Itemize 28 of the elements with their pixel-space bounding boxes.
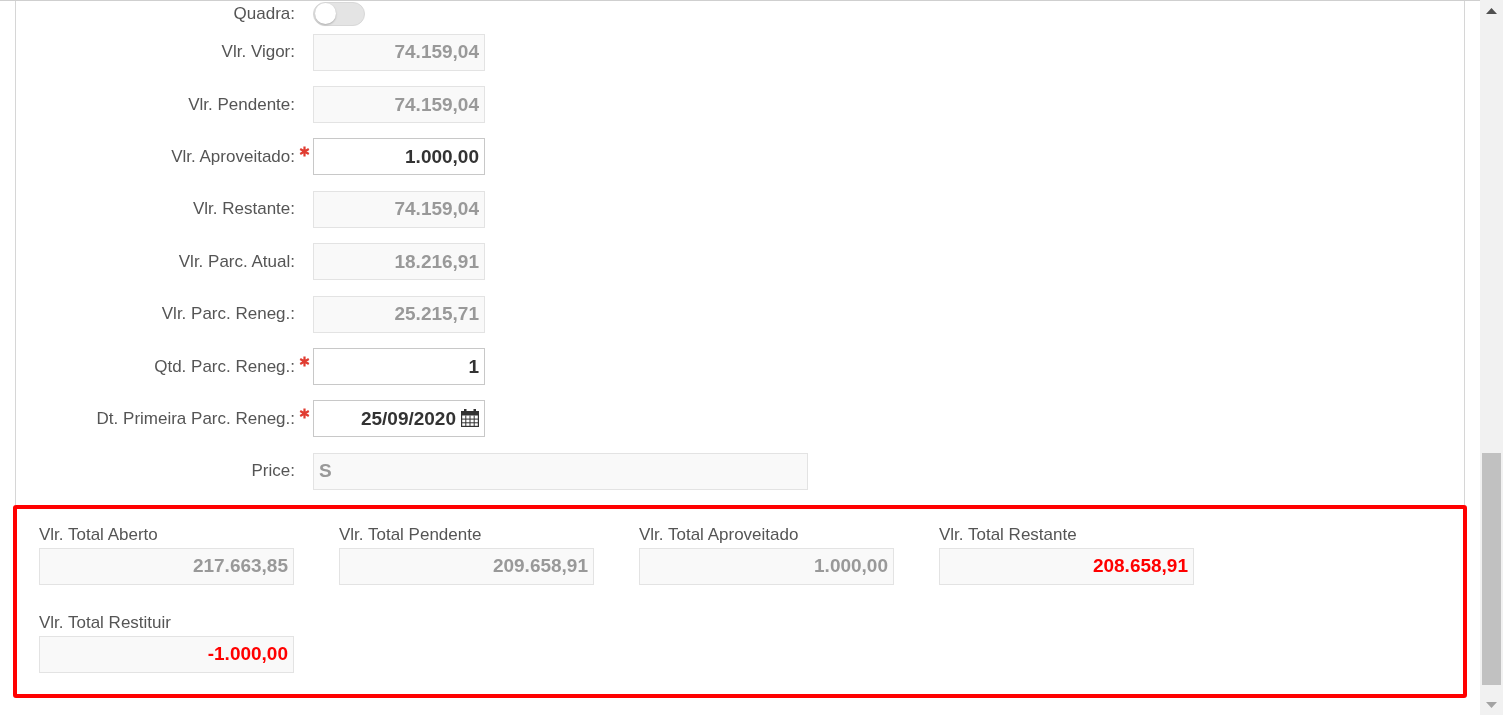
- field-label: Vlr. Parc. Reneg.:: [160, 304, 295, 325]
- total-field[interactable]: 209.658,91: [339, 547, 594, 585]
- total-label: Vlr. Total Aberto: [39, 524, 158, 545]
- field-label: Vlr. Parc. Atual:: [177, 251, 295, 272]
- toggle-switch[interactable]: [313, 1, 365, 26]
- total-field[interactable]: 217.663,85: [39, 547, 294, 585]
- scroll-up-arrow-icon[interactable]: [1486, 8, 1497, 14]
- number-field[interactable]: 1: [313, 348, 485, 386]
- total-label: Vlr. Total Aproveitado: [639, 524, 799, 545]
- field-label: Vlr. Restante:: [191, 199, 295, 220]
- total-field[interactable]: 1.000,00: [639, 547, 894, 585]
- scroll-down-arrow-icon[interactable]: [1486, 702, 1497, 708]
- total-field[interactable]: -1.000,00: [39, 635, 294, 673]
- field-label: Vlr. Vigor:: [220, 42, 295, 63]
- field-label: Dt. Primeira Parc. Reneg.:: [95, 408, 295, 429]
- calendar-icon[interactable]: [461, 409, 479, 428]
- field-label: Qtd. Parc. Reneg.:: [153, 356, 295, 377]
- field-label: Quadra:: [232, 3, 295, 24]
- total-label: Vlr. Total Restituir: [39, 612, 171, 633]
- total-label: Vlr. Total Restante: [939, 524, 1077, 545]
- total-label: Vlr. Total Pendente: [339, 524, 482, 545]
- field-label: Price:: [250, 461, 295, 482]
- scrollbar-thumb[interactable]: [1482, 453, 1501, 685]
- field-label: Vlr. Aproveitado:: [170, 146, 295, 167]
- field-label: Vlr. Pendente:: [187, 94, 295, 115]
- date-field[interactable]: 25/09/2020: [313, 400, 485, 438]
- total-field[interactable]: 208.658,91: [939, 547, 1194, 585]
- number-field[interactable]: 1.000,00: [313, 138, 485, 176]
